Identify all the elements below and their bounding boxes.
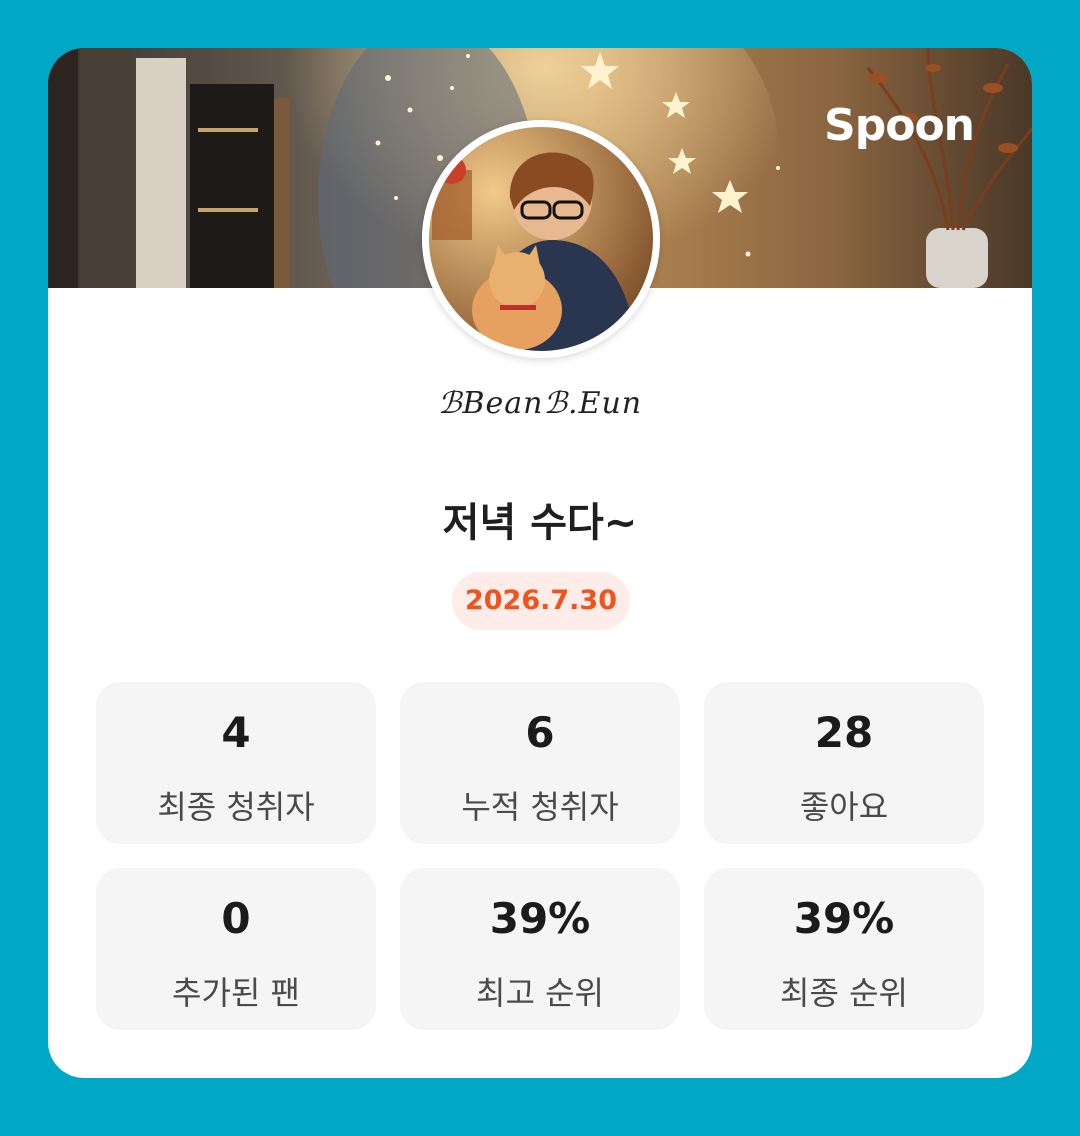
- result-card: Spoon ℬBeanℬ.Eun 저녁 수다~ 2026.7.30 4 최종 청…: [48, 48, 1032, 1078]
- stat-value: 28: [814, 708, 874, 757]
- stat-value: 0: [221, 894, 251, 943]
- stat-best-rank: 39% 최고 순위: [400, 868, 680, 1030]
- stat-value: 39%: [489, 894, 591, 943]
- stat-new-fans: 0 추가된 팬: [96, 868, 376, 1030]
- stat-final-listeners: 4 최종 청취자: [96, 682, 376, 844]
- avatar: [422, 120, 660, 358]
- spoon-logo: Spoon: [824, 100, 975, 151]
- stat-value: 4: [221, 708, 251, 757]
- date-badge: 2026.7.30: [452, 572, 630, 630]
- live-title: 저녁 수다~: [442, 500, 638, 546]
- username: ℬBeanℬ.Eun: [437, 386, 643, 421]
- stat-total-listeners: 6 누적 청취자: [400, 682, 680, 844]
- stat-likes: 28 좋아요: [704, 682, 984, 844]
- stat-value: 39%: [793, 894, 895, 943]
- stat-label: 최고 순위: [476, 974, 604, 1012]
- stat-label: 추가된 팬: [172, 974, 300, 1012]
- stat-label: 최종 순위: [780, 974, 908, 1012]
- stat-label: 최종 청취자: [157, 788, 315, 826]
- stat-label: 누적 청취자: [461, 788, 619, 826]
- stat-value: 6: [525, 708, 555, 757]
- stat-final-rank: 39% 최종 순위: [704, 868, 984, 1030]
- stat-label: 좋아요: [799, 788, 889, 826]
